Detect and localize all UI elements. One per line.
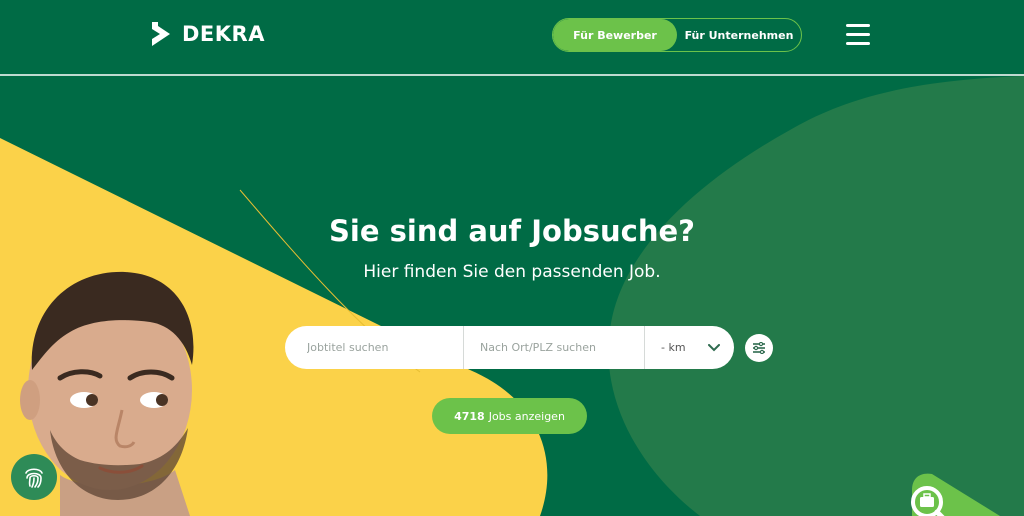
filter-button[interactable] (745, 334, 773, 362)
dekra-logo[interactable]: DEKRA (150, 20, 265, 48)
fingerprint-icon (25, 468, 43, 488)
dekra-logo-icon (152, 22, 170, 46)
site-header: DEKRA Für Bewerber Für Unternehmen (0, 0, 1024, 76)
audience-toggle: Für Bewerber Für Unternehmen (552, 18, 802, 52)
hero-subtitle: Hier finden Sie den passenden Job. (363, 262, 661, 282)
job-search-bar: - km (285, 326, 734, 369)
applicants-toggle-button[interactable]: Für Bewerber (553, 19, 677, 51)
location-input[interactable] (464, 326, 645, 369)
page: DEKRA Für Bewerber Für Unternehmen Sie s… (0, 0, 1024, 516)
radius-value: - km (661, 341, 686, 354)
job-title-input[interactable] (285, 326, 464, 369)
job-search-floating-button[interactable] (903, 472, 983, 516)
hero-title: Sie sind auf Jobsuche? (329, 214, 695, 248)
right-green-shape (608, 76, 1024, 516)
jobs-count: 4718 (454, 409, 485, 423)
companies-toggle-button[interactable]: Für Unternehmen (677, 19, 801, 51)
jobs-button-label: Jobs anzeigen (488, 409, 565, 423)
fingerprint-button[interactable] (11, 454, 57, 500)
briefcase-search-icon (911, 486, 945, 516)
show-jobs-button[interactable]: 4718 Jobs anzeigen (432, 398, 587, 434)
hamburger-menu-icon[interactable] (846, 24, 870, 46)
chevron-down-icon (708, 343, 720, 351)
sliders-icon (753, 342, 765, 354)
logo-text: DEKRA (182, 22, 265, 46)
radius-select[interactable]: - km (645, 326, 734, 369)
